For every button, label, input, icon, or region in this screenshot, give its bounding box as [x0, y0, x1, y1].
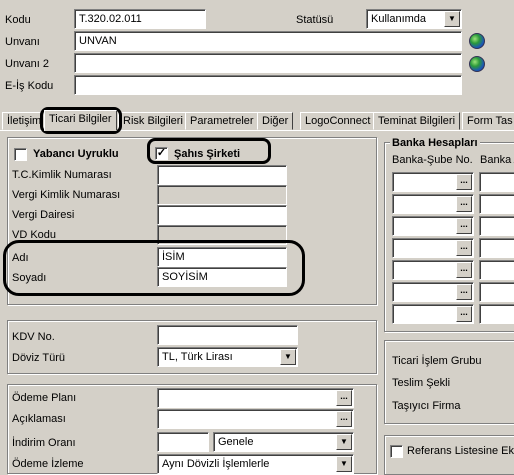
tab-ticari-bilgiler[interactable]: Ticari Bilgiler	[44, 110, 117, 131]
ellipsis-icon[interactable]: ...	[456, 196, 472, 212]
banka-col1: Banka-Şube No.	[392, 154, 473, 166]
unvan-label: Unvanı	[5, 36, 40, 48]
ellipsis-icon[interactable]: ...	[456, 284, 472, 300]
izleme-select[interactable]: Aynı Dövizli İşlemlerle ▼	[157, 454, 354, 474]
doviz-label: Döviz Türü	[12, 352, 65, 364]
ticari-islem-label: Ticari İşlem Grubu	[392, 355, 482, 367]
globe-icon[interactable]	[469, 56, 485, 72]
banka-ad-field[interactable]	[479, 216, 514, 236]
ellipsis-icon[interactable]: ...	[456, 262, 472, 278]
referans-label: Referans Listesine Ekle	[407, 445, 514, 457]
chevron-down-icon[interactable]: ▼	[280, 349, 296, 365]
unvan-field[interactable]: UNVAN	[74, 31, 462, 51]
vd-label: Vergi Dairesi	[12, 209, 75, 221]
tasiyici-label: Taşıyıcı Firma	[392, 400, 461, 412]
indirim-select-value: Genele	[218, 436, 254, 448]
tab-parametreler[interactable]: Parametreler	[185, 112, 259, 130]
ellipsis-icon[interactable]: ...	[456, 240, 472, 256]
banka-col2: Banka A	[480, 154, 514, 166]
referans-checkbox[interactable]	[390, 445, 403, 458]
aciklama-label: Açıklaması	[12, 413, 66, 425]
chevron-down-icon[interactable]: ▼	[336, 456, 352, 472]
banka-sube-field[interactable]: ...	[392, 194, 474, 214]
tab-logoconnect[interactable]: LogoConnect	[300, 112, 376, 130]
tab-teminat-bilgileri[interactable]: Teminat Bilgileri	[373, 112, 461, 130]
banka-sube-field[interactable]: ...	[392, 260, 474, 280]
chevron-down-icon[interactable]: ▼	[444, 11, 460, 27]
izleme-label: Ödeme İzleme	[12, 458, 84, 470]
aciklama-field[interactable]: ...	[157, 409, 354, 429]
vdkod-field	[157, 225, 287, 245]
sahis-checkbox[interactable]: ✓	[155, 147, 168, 160]
kod-label: Kodu	[5, 14, 31, 26]
adi-field[interactable]: İSİM	[157, 247, 287, 267]
banka-title: Banka Hesapları	[390, 136, 480, 150]
eis-label: E-İş Kodu	[5, 80, 54, 92]
kod-field[interactable]: T.320.02.011	[74, 9, 206, 29]
banka-sube-field[interactable]: ...	[392, 172, 474, 192]
banka-sube-field[interactable]: ...	[392, 282, 474, 302]
vkn-field	[157, 185, 287, 205]
kdv-field[interactable]	[157, 325, 298, 345]
banka-ad-field[interactable]	[479, 194, 514, 214]
tab-diger[interactable]: Diğer	[257, 112, 294, 130]
tab-risk-bilgileri[interactable]: Risk Bilgileri	[118, 112, 188, 130]
checkmark-icon: ✓	[156, 147, 167, 159]
ellipsis-icon[interactable]: ...	[336, 411, 352, 427]
tab-form-tas[interactable]: Form Tas	[462, 112, 514, 130]
unvan2-label: Unvanı 2	[5, 58, 50, 70]
vd-field[interactable]	[157, 205, 287, 225]
eis-field[interactable]	[74, 75, 462, 95]
tc-field[interactable]	[157, 165, 287, 185]
yabanci-checkbox[interactable]	[14, 148, 27, 161]
ellipsis-icon[interactable]: ...	[456, 306, 472, 322]
banka-ad-field[interactable]	[479, 304, 514, 324]
kdv-label: KDV No.	[12, 331, 55, 343]
soyadi-label: Soyadı	[12, 272, 47, 284]
vdkod-label: VD Kodu	[12, 229, 57, 241]
vkn-label: Vergi Kimlik Numarası	[12, 189, 121, 201]
banka-sube-field[interactable]: ...	[392, 238, 474, 258]
doviz-value: TL, Türk Lirası	[162, 351, 233, 363]
chevron-down-icon[interactable]: ▼	[336, 434, 352, 450]
statusu-select[interactable]: Kullanımda ▼	[366, 9, 462, 29]
adi-label: Adı	[12, 252, 29, 264]
banka-ad-field[interactable]	[479, 282, 514, 302]
ellipsis-icon[interactable]: ...	[456, 218, 472, 234]
banka-ad-field[interactable]	[479, 172, 514, 192]
banka-ad-field[interactable]	[479, 238, 514, 258]
indirim-select[interactable]: Genele ▼	[213, 432, 354, 452]
tab-iletisim[interactable]: İletişim	[2, 112, 47, 130]
tc-label: T.C.Kimlik Numarası	[12, 169, 112, 181]
banka-sube-field[interactable]: ...	[392, 216, 474, 236]
odeme-plan-label: Ödeme Planı	[12, 392, 77, 404]
yabanci-label: Yabancı Uyruklu	[33, 148, 119, 160]
globe-icon[interactable]	[469, 33, 485, 49]
banka-ad-field[interactable]	[479, 260, 514, 280]
banka-sube-field[interactable]: ...	[392, 304, 474, 324]
ellipsis-icon[interactable]: ...	[456, 174, 472, 190]
izleme-value: Aynı Dövizli İşlemlerle	[162, 458, 270, 470]
ellipsis-icon[interactable]: ...	[336, 390, 352, 406]
indirim-field[interactable]	[157, 432, 209, 452]
statusu-value: Kullanımda	[371, 13, 427, 25]
odeme-plan-field[interactable]: ...	[157, 388, 354, 408]
tab-strip: İletişim Ticari Bilgiler Risk Bilgileri …	[0, 110, 514, 131]
doviz-select[interactable]: TL, Türk Lirası ▼	[157, 347, 298, 367]
unvan2-field[interactable]	[74, 53, 462, 73]
soyadi-field[interactable]: SOYİSİM	[157, 267, 287, 287]
indirim-label: İndirim Oranı	[12, 437, 76, 449]
sahis-label: Şahıs Şirketi	[174, 148, 241, 160]
teslim-label: Teslim Şekli	[392, 377, 451, 389]
statusu-label: Statüsü	[296, 14, 334, 26]
